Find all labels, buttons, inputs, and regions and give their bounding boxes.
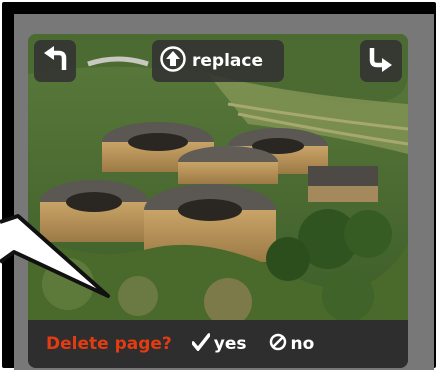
yes-button[interactable]: yes xyxy=(191,332,247,356)
replace-label: replace xyxy=(192,51,263,71)
prohibited-icon xyxy=(269,333,287,356)
checkmark-icon xyxy=(191,332,211,356)
replace-button[interactable]: replace xyxy=(152,40,284,82)
page-card: replace Delete page? yes no xyxy=(28,34,408,368)
delete-question: Delete page? xyxy=(46,334,172,354)
rotate-left-button[interactable] xyxy=(34,40,76,82)
upload-circle-icon xyxy=(160,45,186,77)
rotate-right-icon xyxy=(368,46,394,76)
no-label: no xyxy=(290,334,315,354)
delete-confirm-bar: Delete page? yes no xyxy=(28,320,408,368)
yes-label: yes xyxy=(213,334,247,354)
rotate-left-icon xyxy=(42,46,68,76)
rotate-right-button[interactable] xyxy=(360,40,402,82)
no-button[interactable]: no xyxy=(269,333,315,356)
